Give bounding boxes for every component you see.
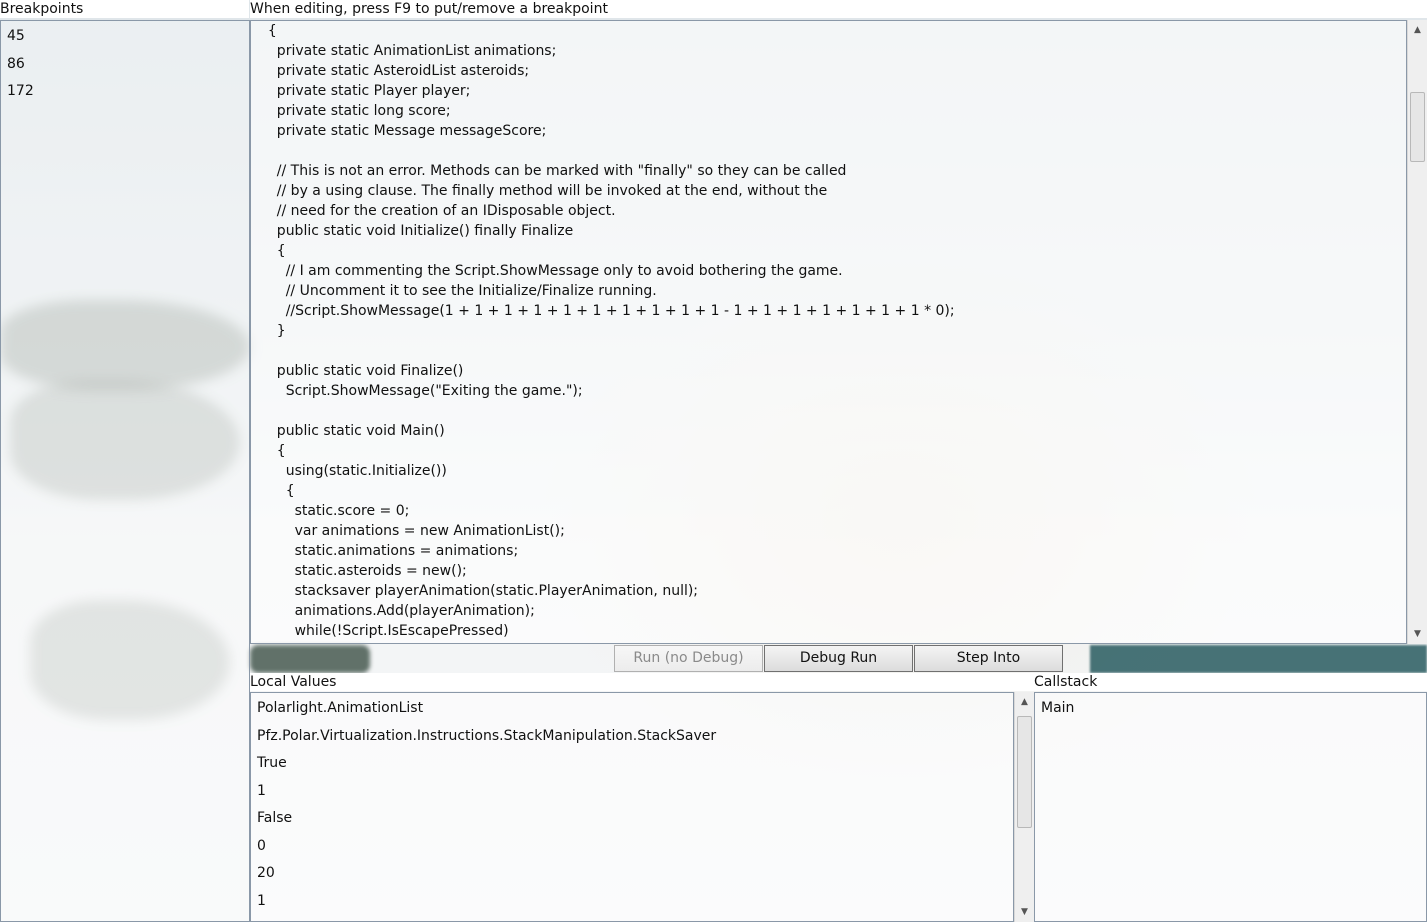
debug-run-button[interactable]: Debug Run	[764, 645, 913, 672]
code-line[interactable]: {	[259, 481, 295, 501]
code-line[interactable]: public static void Finalize()	[259, 361, 464, 381]
callstack-list[interactable]: Main	[1034, 692, 1427, 922]
callstack-item[interactable]: Main	[1041, 695, 1074, 722]
code-line[interactable]: {	[259, 241, 286, 261]
callstack-title: Callstack	[1034, 673, 1427, 691]
local-values-scrollbar[interactable]: ▲ ▼	[1014, 692, 1034, 922]
code-line[interactable]: // Uncomment it to see the Initialize/Fi…	[259, 281, 657, 301]
local-values-list[interactable]: Polarlight.AnimationList Pfz.Polar.Virtu…	[250, 692, 1014, 922]
code-line[interactable]: using(static.Initialize())	[259, 461, 447, 481]
code-line[interactable]: stacksaver playerAnimation(static.Player…	[259, 581, 698, 601]
code-line[interactable]: private static Player player;	[259, 81, 471, 101]
code-line[interactable]: private static AnimationList animations;	[259, 41, 557, 61]
scroll-up-arrow-icon[interactable]: ▲	[1408, 22, 1427, 38]
local-value-item[interactable]: 1	[257, 778, 266, 805]
scroll-down-arrow-icon[interactable]: ▼	[1408, 626, 1427, 642]
code-line[interactable]: private static long score;	[259, 101, 451, 121]
code-line[interactable]: {	[259, 441, 286, 461]
local-value-item[interactable]: True	[257, 750, 287, 777]
step-into-button[interactable]: Step Into	[914, 645, 1063, 672]
breakpoints-title: Breakpoints	[0, 0, 249, 18]
code-editor[interactable]: { private static AnimationList animation…	[250, 20, 1407, 644]
code-line[interactable]: animations.Add(playerAnimation);	[259, 601, 535, 621]
scroll-down-arrow-icon[interactable]: ▼	[1015, 904, 1034, 920]
breakpoint-item[interactable]: 172	[7, 78, 34, 105]
code-line[interactable]: while(!Script.IsEscapePressed)	[259, 621, 509, 641]
editor-scrollbar[interactable]: ▲ ▼	[1407, 20, 1427, 644]
breakpoints-list[interactable]: 45 86 172	[0, 20, 250, 922]
editor-scrollbar-thumb[interactable]	[1410, 92, 1425, 162]
local-value-item[interactable]: 20	[257, 860, 275, 887]
code-line[interactable]: private static Message messageScore;	[259, 121, 547, 141]
code-line[interactable]: {	[259, 21, 277, 41]
code-line[interactable]: //Script.ShowMessage(1 + 1 + 1 + 1 + 1 +…	[259, 301, 955, 321]
code-line[interactable]: public static void Initialize() finally …	[259, 221, 573, 241]
scroll-up-arrow-icon[interactable]: ▲	[1015, 694, 1034, 710]
code-line[interactable]: Script.ShowMessage("Exiting the game.");	[259, 381, 583, 401]
local-values-title: Local Values	[250, 673, 1034, 691]
local-value-item[interactable]: False	[257, 805, 292, 832]
code-line[interactable]: // This is not an error. Methods can be …	[259, 161, 847, 181]
editor-hint: When editing, press F9 to put/remove a b…	[250, 0, 1427, 18]
code-line[interactable]: }	[259, 321, 286, 341]
code-line[interactable]: private static AsteroidList asteroids;	[259, 61, 529, 81]
code-line[interactable]: static.asteroids = new();	[259, 561, 467, 581]
local-value-item[interactable]: 1	[257, 888, 266, 915]
code-line[interactable]: var animations = new AnimationList();	[259, 521, 565, 541]
breakpoint-item[interactable]: 86	[7, 51, 25, 78]
code-line[interactable]: static.score = 0;	[259, 501, 410, 521]
code-line[interactable]: // I am commenting the Script.ShowMessag…	[259, 261, 843, 281]
code-line[interactable]: // by a using clause. The finally method…	[259, 181, 827, 201]
code-line[interactable]: // need for the creation of an IDisposab…	[259, 201, 616, 221]
code-line[interactable]: static.animations = animations;	[259, 541, 519, 561]
water-decoration	[1090, 645, 1427, 673]
run-no-debug-button[interactable]: Run (no Debug)	[614, 645, 763, 672]
breakpoint-item[interactable]: 45	[7, 23, 25, 50]
rock-decoration	[250, 645, 370, 673]
local-values-scrollbar-thumb[interactable]	[1017, 716, 1032, 828]
local-value-item[interactable]: Polarlight.AnimationList	[257, 695, 423, 722]
local-value-item[interactable]: 0	[257, 833, 266, 860]
local-value-item[interactable]: Pfz.Polar.Virtualization.Instructions.St…	[257, 723, 716, 750]
code-line[interactable]: public static void Main()	[259, 421, 445, 441]
